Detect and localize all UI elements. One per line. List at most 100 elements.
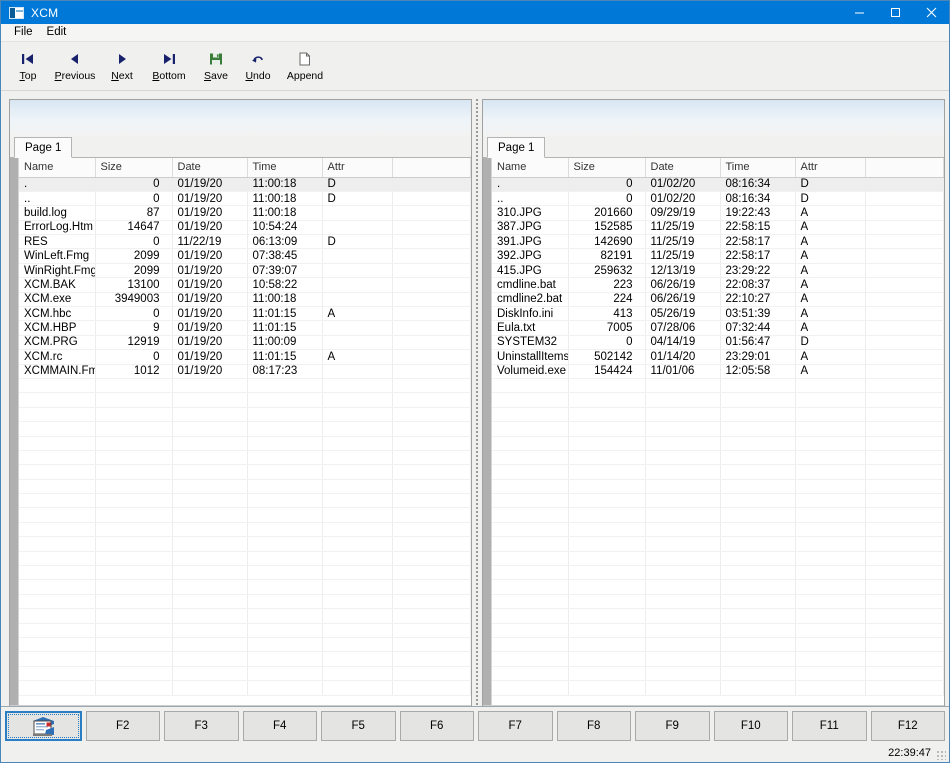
table-row[interactable]: XCM.PRG 12919 01/19/20 11:00:09 bbox=[19, 335, 471, 351]
fkey-f1[interactable] bbox=[5, 710, 82, 741]
table-row[interactable]: SYSTEM32 0 04/14/19 01:56:47 D bbox=[492, 335, 944, 351]
column-header-time[interactable]: Time bbox=[720, 158, 796, 178]
table-row-empty[interactable] bbox=[19, 450, 471, 466]
column-header-size[interactable]: Size bbox=[95, 158, 173, 178]
fkey-f5[interactable]: F5 bbox=[321, 710, 396, 741]
table-row-empty[interactable] bbox=[19, 651, 471, 667]
fkey-f10[interactable]: F10 bbox=[713, 710, 788, 741]
toolbar-save-button[interactable]: Save bbox=[195, 46, 237, 88]
table-row-empty[interactable] bbox=[492, 594, 944, 610]
table-row[interactable]: Volumeid.exe 154424 11/01/06 12:05:58 A bbox=[492, 364, 944, 379]
table-row-empty[interactable] bbox=[19, 594, 471, 610]
table-row-empty[interactable] bbox=[492, 637, 944, 653]
table-row[interactable]: UninstallItems.I...50214201/14/2023:29:0… bbox=[492, 349, 944, 365]
table-row-empty[interactable] bbox=[492, 493, 944, 509]
table-row-empty[interactable] bbox=[19, 522, 471, 538]
table-row-empty[interactable] bbox=[19, 421, 471, 437]
table-row[interactable]: build.log 87 01/19/20 11:00:18 bbox=[19, 205, 471, 221]
table-row-empty[interactable] bbox=[492, 436, 944, 451]
table-row-empty[interactable] bbox=[19, 436, 471, 451]
table-row[interactable]: 387.JPG 152585 11/25/19 22:58:15 A bbox=[492, 220, 944, 236]
table-row-empty[interactable] bbox=[492, 378, 944, 394]
table-row[interactable]: .. 0 01/02/20 08:16:34 D bbox=[492, 191, 944, 207]
table-row-empty[interactable] bbox=[19, 407, 471, 423]
table-row-empty[interactable] bbox=[492, 651, 944, 667]
table-row-empty[interactable] bbox=[492, 623, 944, 639]
table-row-empty[interactable] bbox=[19, 378, 471, 394]
table-row-empty[interactable] bbox=[492, 407, 944, 423]
toolbar-append-button[interactable]: Append bbox=[279, 46, 331, 88]
fkey-f8[interactable]: F8 bbox=[556, 710, 631, 741]
table-row-empty[interactable] bbox=[492, 579, 944, 595]
table-row[interactable]: ErrorLog.Htm 14647 01/19/20 10:54:24 bbox=[19, 220, 471, 236]
column-header-attr[interactable]: Attr bbox=[795, 158, 866, 178]
table-row[interactable]: .. 0 01/19/20 11:00:18 D bbox=[19, 191, 471, 207]
fkey-f2[interactable]: F2 bbox=[85, 710, 160, 741]
toolbar-undo-button[interactable]: Undo bbox=[237, 46, 279, 88]
table-row-empty[interactable] bbox=[19, 608, 471, 624]
table-row[interactable]: WinLeft.Fmg 2099 01/19/20 07:38:45 bbox=[19, 248, 471, 264]
column-header-attr[interactable]: Attr bbox=[322, 158, 393, 178]
table-row[interactable]: cmdline.bat 223 06/26/19 22:08:37 A bbox=[492, 277, 944, 293]
table-row-empty[interactable] bbox=[492, 450, 944, 466]
table-row-empty[interactable] bbox=[19, 551, 471, 567]
table-row-empty[interactable] bbox=[492, 507, 944, 523]
table-row-empty[interactable] bbox=[19, 637, 471, 653]
table-row[interactable]: XCM.hbc 0 01/19/20 11:01:15 A bbox=[19, 306, 471, 322]
table-row-empty[interactable] bbox=[492, 666, 944, 682]
table-row-empty[interactable] bbox=[492, 421, 944, 437]
fkey-f4[interactable]: F4 bbox=[242, 710, 317, 741]
table-row-empty[interactable] bbox=[19, 392, 471, 408]
toolbar-bottom-button[interactable]: Bottom bbox=[143, 46, 195, 88]
column-header-date[interactable]: Date bbox=[172, 158, 248, 178]
table-row-empty[interactable] bbox=[492, 565, 944, 581]
right-tab-page1[interactable]: Page 1 bbox=[487, 137, 546, 158]
table-row-empty[interactable] bbox=[19, 666, 471, 682]
table-row-empty[interactable] bbox=[492, 392, 944, 408]
fkey-f9[interactable]: F9 bbox=[635, 710, 710, 741]
table-row[interactable]: RES 0 11/22/19 06:13:09 D bbox=[19, 234, 471, 250]
table-row-empty[interactable] bbox=[19, 507, 471, 523]
table-row-empty[interactable] bbox=[492, 522, 944, 538]
table-row[interactable]: DiskInfo.ini 413 05/26/19 03:51:39 A bbox=[492, 306, 944, 322]
table-row[interactable]: . 0 01/19/20 11:00:18 D bbox=[19, 177, 471, 192]
column-header-time[interactable]: Time bbox=[247, 158, 323, 178]
resize-grip[interactable] bbox=[936, 750, 946, 760]
table-row[interactable]: XCM.exe 3949003 01/19/20 11:00:18 bbox=[19, 292, 471, 308]
table-row-empty[interactable] bbox=[492, 551, 944, 567]
menu-edit[interactable]: Edit bbox=[40, 25, 74, 40]
table-row[interactable]: WinRight.Fmg 2099 01/19/20 07:39:07 bbox=[19, 263, 471, 279]
fkey-f6[interactable]: F6 bbox=[399, 710, 474, 741]
panel-splitter[interactable] bbox=[472, 99, 482, 706]
toolbar-previous-button[interactable]: Previous bbox=[49, 46, 101, 88]
table-row[interactable]: XCMMAIN.Fmg101201/19/2008:17:23 bbox=[19, 364, 471, 379]
left-tab-page1[interactable]: Page 1 bbox=[14, 137, 73, 158]
table-row[interactable]: 415.JPG 259632 12/13/19 23:29:22 A bbox=[492, 263, 944, 279]
table-row-empty[interactable] bbox=[492, 479, 944, 495]
table-row-empty[interactable] bbox=[19, 493, 471, 509]
table-row-empty[interactable] bbox=[19, 464, 471, 480]
table-row[interactable]: XCM.BAK 13100 01/19/20 10:58:22 bbox=[19, 277, 471, 293]
fkey-f12[interactable]: F12 bbox=[870, 710, 945, 741]
table-row-empty[interactable] bbox=[492, 536, 944, 552]
menu-file[interactable]: File bbox=[7, 25, 40, 40]
table-row[interactable]: XCM.HBP 9 01/19/20 11:01:15 bbox=[19, 320, 471, 336]
table-row[interactable]: XCM.rc 0 01/19/20 11:01:15 A bbox=[19, 349, 471, 365]
table-row-empty[interactable] bbox=[19, 479, 471, 495]
fkey-f11[interactable]: F11 bbox=[792, 710, 867, 741]
left-vertical-scrollbar[interactable] bbox=[10, 158, 19, 705]
maximize-button[interactable] bbox=[877, 1, 913, 24]
table-row[interactable]: 392.JPG 82191 11/25/19 22:58:17 A bbox=[492, 248, 944, 264]
table-row[interactable]: cmdline2.bat 224 06/26/19 22:10:27 A bbox=[492, 292, 944, 308]
table-row-empty[interactable] bbox=[19, 536, 471, 552]
table-row[interactable]: Eula.txt 7005 07/28/06 07:32:44 A bbox=[492, 320, 944, 336]
column-header-size[interactable]: Size bbox=[568, 158, 646, 178]
column-header-date[interactable]: Date bbox=[645, 158, 721, 178]
close-button[interactable] bbox=[913, 1, 949, 24]
fkey-f7[interactable]: F7 bbox=[478, 710, 553, 741]
table-row-empty[interactable] bbox=[19, 565, 471, 581]
fkey-f3[interactable]: F3 bbox=[164, 710, 239, 741]
table-row[interactable]: . 0 01/02/20 08:16:34 D bbox=[492, 177, 944, 192]
right-vertical-scrollbar[interactable] bbox=[483, 158, 492, 705]
table-row-empty[interactable] bbox=[492, 608, 944, 624]
